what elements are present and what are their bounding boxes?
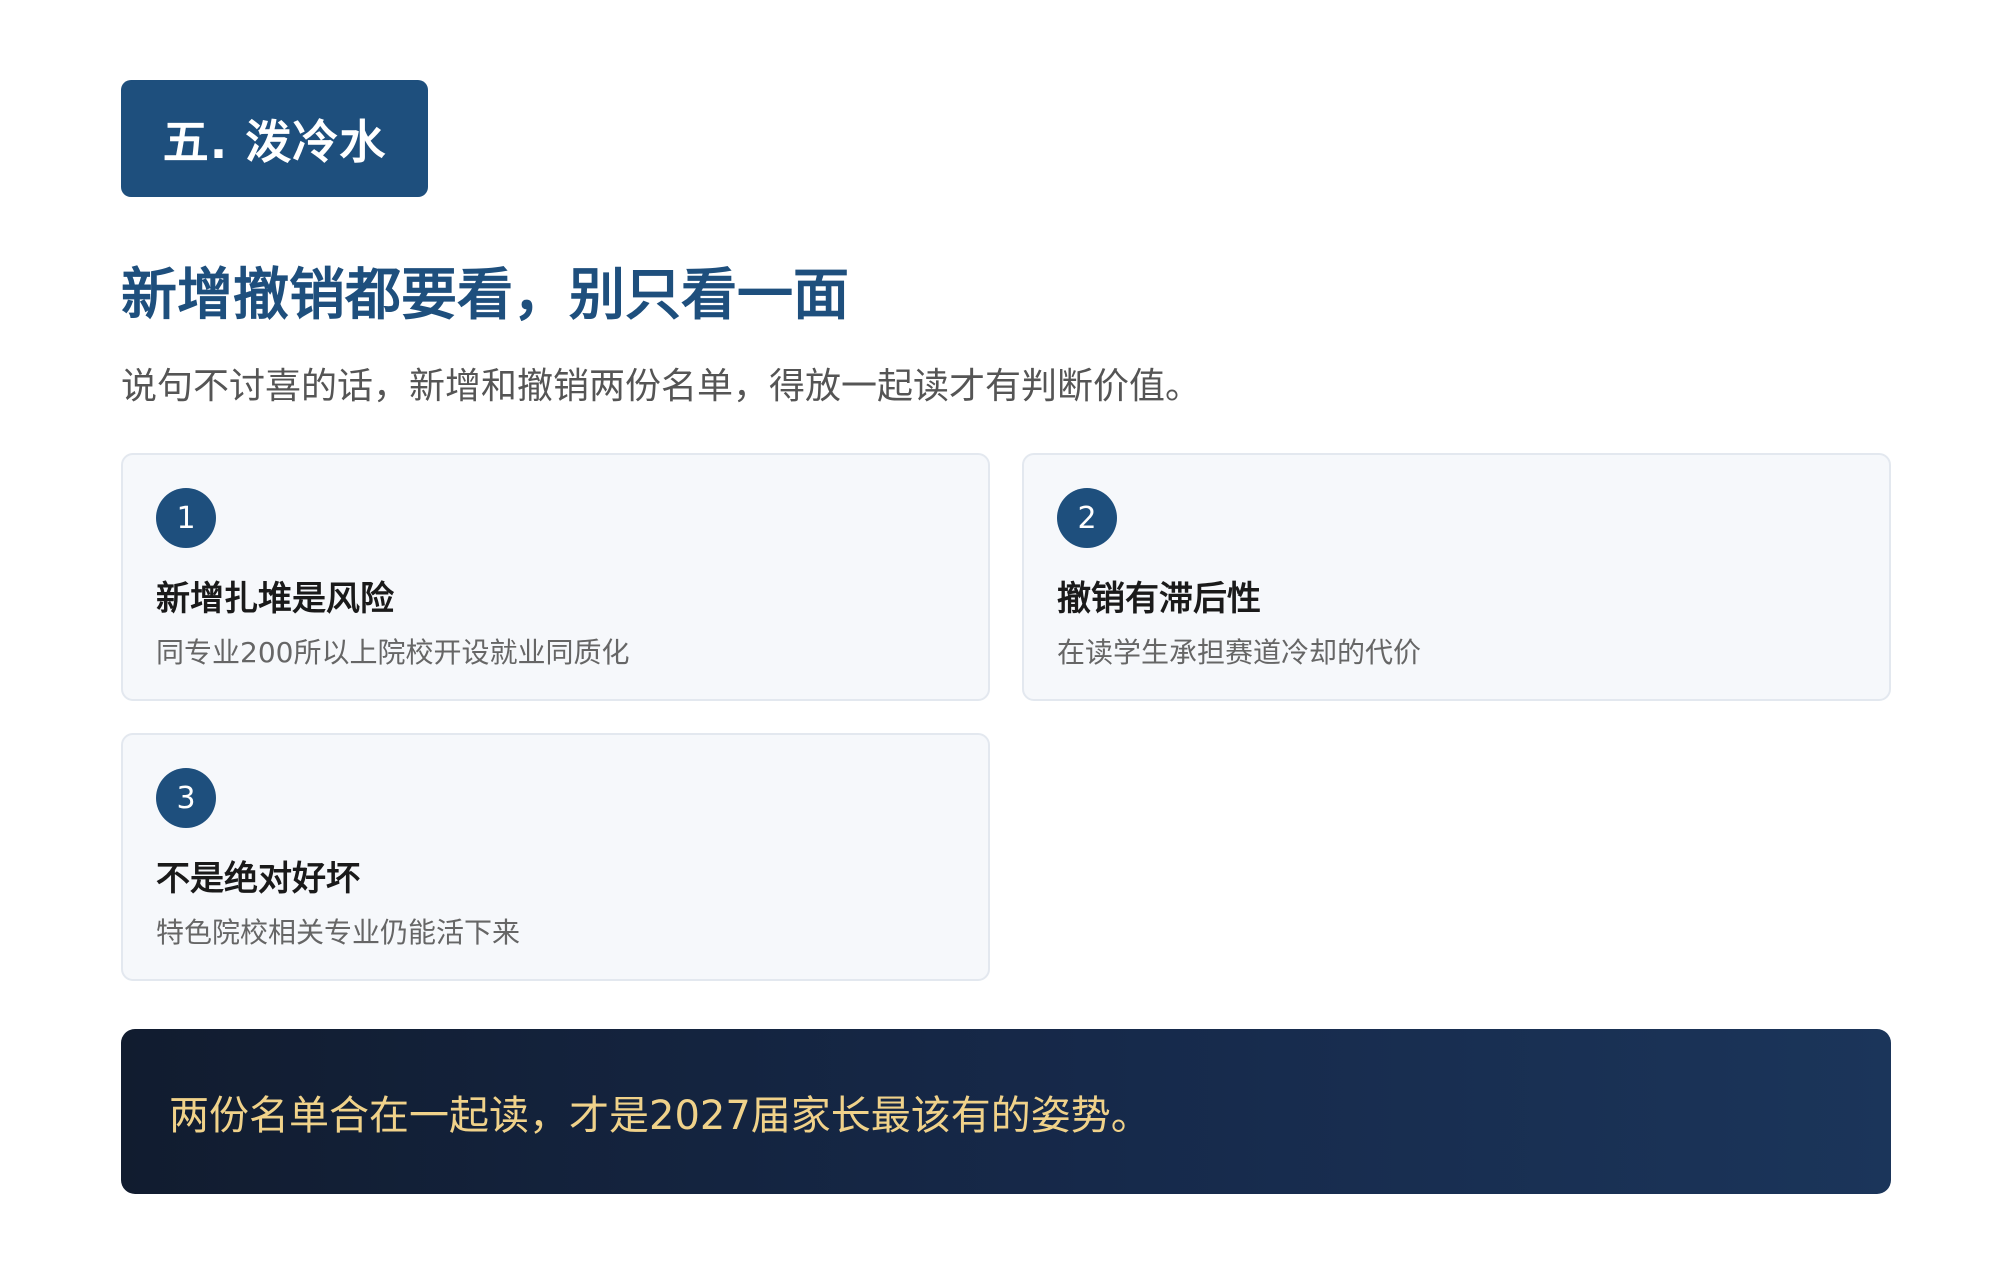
card-title: 撤销有滞后性 — [1057, 579, 1261, 619]
number-badge: 3 — [156, 768, 216, 828]
conclusion-banner: 两份名单合在一起读，才是2027届家长最该有的姿势。 — [121, 1029, 1891, 1194]
page-title: 新增撤销都要看，别只看一面 — [121, 263, 849, 328]
number-badge: 2 — [1057, 488, 1117, 548]
card-title: 新增扎堆是风险 — [156, 579, 394, 619]
point-card-1: 1 新增扎堆是风险 同专业200所以上院校开设就业同质化 — [121, 453, 990, 701]
page-subtitle: 说句不讨喜的话，新增和撤销两份名单，得放一起读才有判断价值。 — [121, 366, 1202, 407]
point-card-2: 2 撤销有滞后性 在读学生承担赛道冷却的代价 — [1022, 453, 1891, 701]
section-tag-label: 五. 泼冷水 — [162, 114, 387, 169]
section-tag: 五. 泼冷水 — [121, 80, 428, 197]
slide: 五. 泼冷水 新增撤销都要看，别只看一面 说句不讨喜的话，新增和撤销两份名单，得… — [0, 0, 2000, 1268]
point-card-3: 3 不是绝对好坏 特色院校相关专业仍能活下来 — [121, 733, 990, 981]
card-description: 特色院校相关专业仍能活下来 — [156, 916, 521, 949]
card-description: 同专业200所以上院校开设就业同质化 — [156, 636, 630, 669]
card-title: 不是绝对好坏 — [156, 859, 360, 899]
conclusion-text: 两份名单合在一起读，才是2027届家长最该有的姿势。 — [169, 1092, 1151, 1139]
number-badge: 1 — [156, 488, 216, 548]
card-description: 在读学生承担赛道冷却的代价 — [1057, 636, 1422, 669]
